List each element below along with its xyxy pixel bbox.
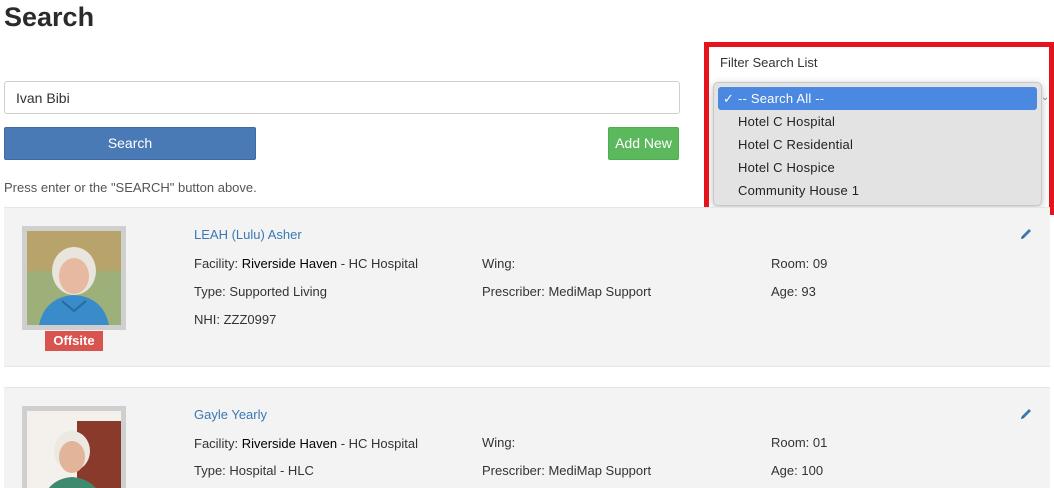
pencil-icon[interactable] [1018,406,1034,422]
filter-option-community-house-1[interactable]: Community House 1 [718,179,1037,202]
nhi-field: NHI: ZZZ0997 [194,312,277,327]
facility-field: Facility: Riverside Haven - HC Hospital [194,436,418,451]
wing-field: Wing: [482,435,516,450]
page-title: Search [4,2,95,32]
resident-name-link[interactable]: LEAH (Lulu) Asher [194,227,302,242]
filter-option-label: Community House 1 [738,183,860,198]
result-card: Offsite LEAH (Lulu) Asher Facility: Rive… [4,207,1050,367]
filter-option-label: -- Search All -- [738,91,825,106]
filter-option-label: Hotel C Hospital [738,114,836,129]
filter-option-label: Hotel C Residential [738,137,854,152]
filter-option-label: Hotel C Hospice [738,160,835,175]
portrait-image [27,411,121,488]
add-new-button[interactable]: Add New [608,127,679,160]
type-field: Type: Supported Living [194,284,327,299]
avatar[interactable] [22,226,126,330]
chevron-icon[interactable]: ⌄ [1041,92,1049,103]
facility-suffix: - HC Hospital [340,256,418,271]
filter-option-hotel-c-hospice[interactable]: Hotel C Hospice [718,156,1037,179]
facility-label: Facility: [194,256,239,271]
age-field: Age: 93 [771,284,816,299]
filter-option-search-all[interactable]: ✓ -- Search All -- [718,87,1037,110]
room-field: Room: 01 [771,435,828,450]
facility-field: Facility: Riverside Haven - HC Hospital [194,256,418,271]
filter-option-hotel-c-residential[interactable]: Hotel C Residential [718,133,1037,156]
resident-name-link[interactable]: Gayle Yearly [194,407,267,422]
search-input[interactable] [4,81,680,114]
wing-field: Wing: [482,256,516,271]
filter-option-hotel-c-hospital[interactable]: Hotel C Hospital [718,110,1037,133]
avatar[interactable] [22,406,126,488]
filter-label: Filter Search List [720,55,818,70]
search-button[interactable]: Search [4,127,256,160]
result-card: Gayle Yearly Facility: Riverside Haven -… [4,387,1050,488]
portrait-image [27,231,121,325]
offsite-badge: Offsite [45,331,103,351]
type-field: Type: Hospital - HLC [194,463,314,478]
checkmark-icon: ✓ [723,91,735,106]
search-hint: Press enter or the "SEARCH" button above… [4,180,257,195]
facility-label: Facility: [194,436,239,451]
facility-name: Riverside Haven [241,436,338,451]
filter-dropdown[interactable]: ✓ -- Search All -- Hotel C Hospital Hote… [713,82,1042,206]
age-field: Age: 100 [771,463,824,478]
facility-suffix: - HC Hospital [340,436,418,451]
prescriber-field: Prescriber: MediMap Support [482,463,652,478]
pencil-icon[interactable] [1018,226,1034,242]
prescriber-field: Prescriber: MediMap Support [482,284,652,299]
room-field: Room: 09 [771,256,828,271]
facility-name: Riverside Haven [241,256,338,271]
